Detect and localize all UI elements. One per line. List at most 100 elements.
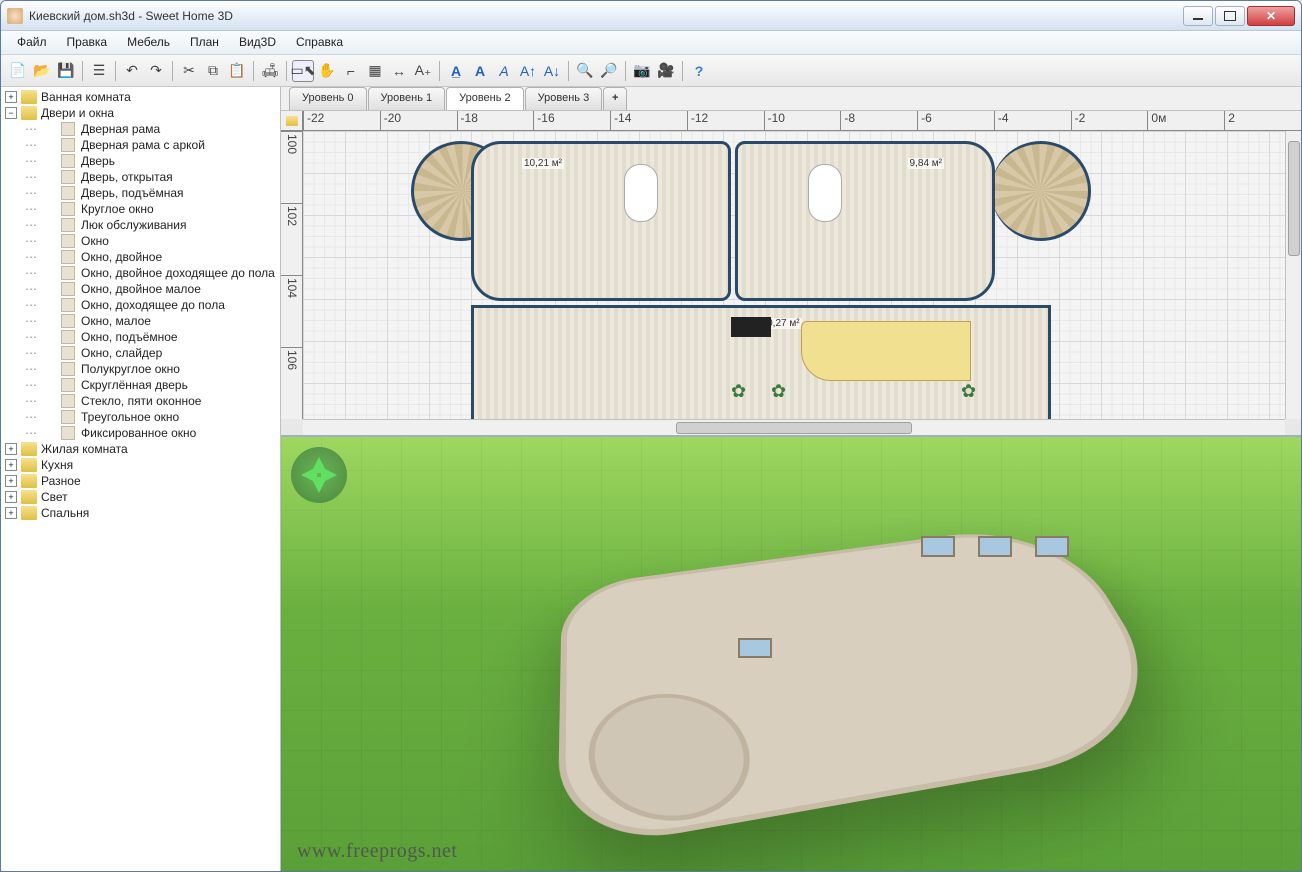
category-item[interactable]: +Ванная комната	[3, 89, 278, 105]
furniture-item[interactable]: ⋯Окно, малое	[3, 313, 278, 329]
furniture-item[interactable]: ⋯Окно, двойное малое	[3, 281, 278, 297]
ruler-origin-icon[interactable]	[281, 111, 303, 131]
scroll-thumb[interactable]	[676, 422, 912, 434]
maximize-button[interactable]	[1215, 6, 1245, 26]
house-3d-model[interactable]	[567, 489, 1138, 828]
view-3d-panel[interactable]: www.freeprogs.net	[281, 437, 1301, 871]
add-level-button[interactable]: +	[603, 87, 627, 110]
furniture-item[interactable]: ⋯Окно	[3, 233, 278, 249]
furniture-item[interactable]: ⋯Скруглённая дверь	[3, 377, 278, 393]
expand-icon[interactable]: +	[5, 507, 17, 519]
plant-icon[interactable]: ✿	[731, 381, 749, 399]
save-icon[interactable]: 💾	[55, 60, 77, 82]
photo-icon[interactable]: 📷	[631, 60, 653, 82]
expand-icon[interactable]: +	[5, 459, 17, 471]
collapse-icon[interactable]: −	[5, 107, 17, 119]
undo-icon[interactable]: ↶	[121, 60, 143, 82]
sofa-icon[interactable]	[801, 321, 971, 381]
room-upper-left[interactable]: 10,21 м²	[471, 141, 731, 301]
floorplan-drawing[interactable]: 10,21 м² 9,84 м² 120,27 м² ✿	[411, 131, 1131, 421]
titlebar[interactable]: Киевский дом.sh3d - Sweet Home 3D	[1, 1, 1301, 31]
furniture-item[interactable]: ⋯Окно, двойное	[3, 249, 278, 265]
menu-help[interactable]: Справка	[286, 31, 353, 54]
category-item[interactable]: +Свет	[3, 489, 278, 505]
copy-icon[interactable]: ⧉	[202, 60, 224, 82]
tab-level-1[interactable]: Уровень 1	[368, 87, 446, 110]
furniture-item[interactable]: ⋯Люк обслуживания	[3, 217, 278, 233]
text-bold-icon[interactable]: A	[469, 60, 491, 82]
furniture-item[interactable]: ⋯Дверь	[3, 153, 278, 169]
expand-icon[interactable]: +	[5, 475, 17, 487]
bathtub-icon[interactable]	[624, 164, 658, 222]
furniture-item[interactable]: ⋯Окно, двойное доходящее до пола	[3, 265, 278, 281]
expand-icon[interactable]: +	[5, 491, 17, 503]
bathtub-icon[interactable]	[808, 164, 842, 222]
tab-level-0[interactable]: Уровень 0	[289, 87, 367, 110]
furniture-item[interactable]: ⋯Дверь, открытая	[3, 169, 278, 185]
furniture-catalog[interactable]: +Ванная комната−Двери и окна⋯Дверная рам…	[1, 87, 281, 871]
text-italic-icon[interactable]: A	[493, 60, 515, 82]
menu-edit[interactable]: Правка	[57, 31, 118, 54]
text-decrease-icon[interactable]: A↓	[541, 60, 563, 82]
furniture-item[interactable]: ⋯Фиксированное окно	[3, 425, 278, 441]
furniture-item[interactable]: ⋯Окно, подъёмное	[3, 329, 278, 345]
furniture-item[interactable]: ⋯Стекло, пяти оконное	[3, 393, 278, 409]
furniture-item[interactable]: ⋯Круглое окно	[3, 201, 278, 217]
toolbar: 📄 📂 💾 ☰ ↶ ↷ ✂ ⧉ 📋 🛋 ▭⬉ ✋ ⌐ ▦ ↔ A₊ A̲ A A…	[1, 55, 1301, 87]
category-item[interactable]: +Разное	[3, 473, 278, 489]
furniture-item[interactable]: ⋯Полукруглое окно	[3, 361, 278, 377]
furniture-item[interactable]: ⋯Треугольное окно	[3, 409, 278, 425]
zoom-out-icon[interactable]: 🔎	[598, 60, 620, 82]
zoom-in-icon[interactable]: 🔍	[574, 60, 596, 82]
category-item[interactable]: +Жилая комната	[3, 441, 278, 457]
navigation-compass[interactable]	[291, 447, 347, 503]
text-style-icon[interactable]: A̲	[445, 60, 467, 82]
stair-tower-right[interactable]	[991, 141, 1091, 241]
expand-icon[interactable]: +	[5, 91, 17, 103]
minimize-button[interactable]	[1183, 6, 1213, 26]
tab-level-2[interactable]: Уровень 2	[446, 87, 524, 110]
furniture-item[interactable]: ⋯Дверная рама с аркой	[3, 137, 278, 153]
new-file-icon[interactable]: 📄	[7, 60, 29, 82]
redo-icon[interactable]: ↷	[145, 60, 167, 82]
tv-icon[interactable]	[731, 317, 771, 337]
menu-furniture[interactable]: Мебель	[117, 31, 180, 54]
video-icon[interactable]: 🎥	[655, 60, 677, 82]
close-button[interactable]	[1247, 6, 1295, 26]
plan-canvas[interactable]: -22-20-18-16-14-12-10-8-6-4-20м2 1001021…	[281, 111, 1301, 435]
scrollbar-horizontal[interactable]	[303, 419, 1285, 435]
open-file-icon[interactable]: 📂	[31, 60, 53, 82]
create-walls-icon[interactable]: ⌐	[340, 60, 362, 82]
room-upper-right[interactable]: 9,84 м²	[735, 141, 995, 301]
expand-icon[interactable]: +	[5, 443, 17, 455]
menubar: Файл Правка Мебель План Вид3D Справка	[1, 31, 1301, 55]
add-furniture-icon[interactable]: 🛋	[259, 60, 281, 82]
category-item[interactable]: +Кухня	[3, 457, 278, 473]
plant-icon[interactable]: ✿	[961, 381, 979, 399]
create-text-icon[interactable]: A₊	[412, 60, 434, 82]
menu-plan[interactable]: План	[180, 31, 229, 54]
text-increase-icon[interactable]: A↑	[517, 60, 539, 82]
furniture-item[interactable]: ⋯Дверная рама	[3, 121, 278, 137]
scroll-thumb[interactable]	[1288, 141, 1300, 256]
furniture-item[interactable]: ⋯Дверь, подъёмная	[3, 185, 278, 201]
menu-file[interactable]: Файл	[7, 31, 57, 54]
preferences-icon[interactable]: ☰	[88, 60, 110, 82]
select-tool-icon[interactable]: ▭⬉	[292, 60, 314, 82]
cut-icon[interactable]: ✂	[178, 60, 200, 82]
menu-view3d[interactable]: Вид3D	[229, 31, 286, 54]
furniture-item[interactable]: ⋯Окно, доходящее до пола	[3, 297, 278, 313]
help-icon[interactable]: ?	[688, 60, 710, 82]
create-dimensions-icon[interactable]: ↔	[388, 60, 410, 82]
paste-icon[interactable]: 📋	[226, 60, 248, 82]
ruler-tick: 100	[281, 131, 302, 203]
category-item[interactable]: +Спальня	[3, 505, 278, 521]
category-item[interactable]: −Двери и окна	[3, 105, 278, 121]
plant-icon[interactable]: ✿	[771, 381, 789, 399]
pan-tool-icon[interactable]: ✋	[316, 60, 338, 82]
furniture-item[interactable]: ⋯Окно, слайдер	[3, 345, 278, 361]
scrollbar-vertical[interactable]	[1285, 131, 1301, 419]
create-rooms-icon[interactable]: ▦	[364, 60, 386, 82]
tab-level-3[interactable]: Уровень 3	[525, 87, 603, 110]
separator	[439, 61, 440, 81]
